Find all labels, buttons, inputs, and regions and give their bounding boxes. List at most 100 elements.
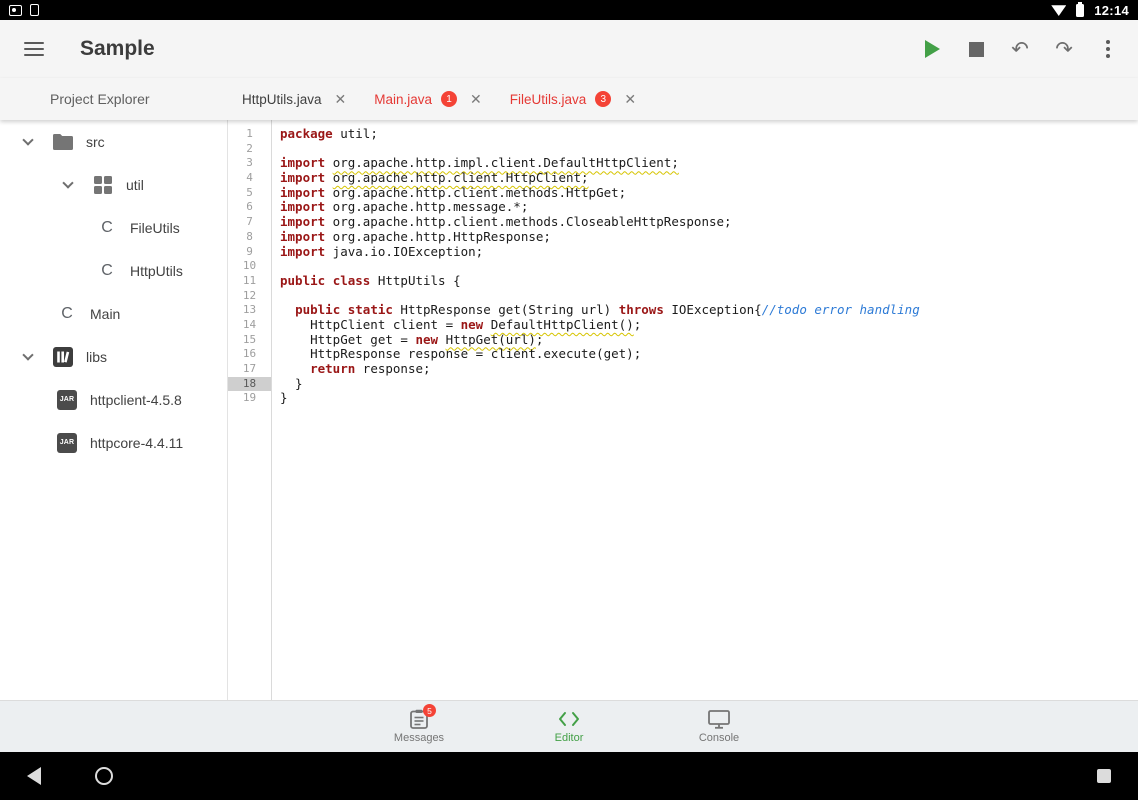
editor-icon <box>558 709 580 729</box>
nav-console[interactable]: Console <box>674 709 764 744</box>
code-line[interactable] <box>280 289 1138 304</box>
code-line[interactable]: import org.apache.http.impl.client.Defau… <box>280 156 1138 171</box>
package-icon <box>92 174 114 196</box>
code-editor[interactable]: 12345678910111213141516171819 package ut… <box>228 120 1138 700</box>
line-number: 18 <box>228 377 271 392</box>
code-line[interactable]: import org.apache.http.message.*; <box>280 200 1138 215</box>
line-number: 12 <box>228 289 271 304</box>
app-screen: 12:14 Sample ↶ ↷ Project Explorer HttpUt… <box>0 0 1138 800</box>
back-button[interactable] <box>10 752 58 800</box>
tree-item-label: util <box>126 177 144 193</box>
line-number: 9 <box>228 245 271 260</box>
tab-bar: Project Explorer HttpUtils.java✕Main.jav… <box>0 78 1138 120</box>
tab-httputils-java[interactable]: HttpUtils.java✕ <box>228 78 360 120</box>
stop-button[interactable] <box>954 27 998 71</box>
app-title: Sample <box>80 37 155 61</box>
line-number: 19 <box>228 391 271 406</box>
wifi-icon <box>1051 4 1066 16</box>
undo-button[interactable]: ↶ <box>998 27 1042 71</box>
close-tab-icon[interactable]: ✕ <box>335 91 347 108</box>
nav-label: Console <box>699 732 739 744</box>
project-explorer-header: Project Explorer <box>0 78 228 120</box>
menu-button[interactable] <box>12 27 56 71</box>
class-icon: C <box>56 303 78 325</box>
chevron-down-icon[interactable] <box>56 182 80 187</box>
nav-messages[interactable]: 5 Messages <box>374 709 464 744</box>
code-line[interactable]: import org.apache.http.client.methods.Ht… <box>280 186 1138 201</box>
line-number: 10 <box>228 259 271 274</box>
code-line[interactable]: import org.apache.http.HttpResponse; <box>280 230 1138 245</box>
project-explorer-tree: srcutilCFileUtilsCHttpUtilsCMainlibsJARh… <box>0 120 228 700</box>
close-tab-icon[interactable]: ✕ <box>470 91 482 108</box>
tree-item-libs[interactable]: libs <box>0 335 227 378</box>
recents-button[interactable] <box>1080 752 1128 800</box>
home-button[interactable] <box>80 752 128 800</box>
notification-icon-1 <box>9 5 22 16</box>
notification-icon-2 <box>30 4 39 16</box>
editor-tabs: HttpUtils.java✕Main.java1✕FileUtils.java… <box>228 78 650 120</box>
error-count-badge: 1 <box>441 91 457 107</box>
tree-item-src[interactable]: src <box>0 120 227 163</box>
code-area[interactable]: package util; import org.apache.http.imp… <box>272 120 1138 700</box>
code-line[interactable]: HttpClient client = new DefaultHttpClien… <box>280 318 1138 333</box>
status-bar: 12:14 <box>0 0 1138 20</box>
recents-icon <box>1097 769 1111 783</box>
line-number: 17 <box>228 362 271 377</box>
line-number: 13 <box>228 303 271 318</box>
code-line[interactable]: import java.io.IOException; <box>280 245 1138 260</box>
tree-item-fileutils[interactable]: CFileUtils <box>0 206 227 249</box>
tab-main-java[interactable]: Main.java 1 ✕ <box>360 78 496 120</box>
code-line[interactable]: HttpGet get = new HttpGet(url); <box>280 333 1138 348</box>
message-count-badge: 5 <box>423 704 436 717</box>
tree-item-util[interactable]: util <box>0 163 227 206</box>
code-line[interactable] <box>280 259 1138 274</box>
close-tab-icon[interactable]: ✕ <box>624 91 636 108</box>
jar-icon: JAR <box>56 389 78 411</box>
tab-fileutils-java[interactable]: FileUtils.java 3 ✕ <box>496 78 650 120</box>
tree-item-httpclient-4-5-8[interactable]: JARhttpclient-4.5.8 <box>0 378 227 421</box>
tree-item-httpcore-4-4-11[interactable]: JAR httpcore-4.4.11 <box>0 421 227 464</box>
code-line[interactable]: public static HttpResponse get(String ur… <box>280 303 1138 318</box>
chevron-down-icon[interactable] <box>16 139 40 144</box>
class-icon: C <box>96 260 118 282</box>
messages-icon: 5 <box>410 709 428 729</box>
code-line[interactable]: HttpResponse response = client.execute(g… <box>280 347 1138 362</box>
line-number: 4 <box>228 171 271 186</box>
tree-item-label: Main <box>90 306 120 322</box>
error-count-badge: 3 <box>595 91 611 107</box>
status-time: 12:14 <box>1094 3 1129 18</box>
tree-item-label: httpcore-4.4.11 <box>90 435 183 451</box>
code-line[interactable] <box>280 142 1138 157</box>
code-line[interactable]: import org.apache.http.client.methods.Cl… <box>280 215 1138 230</box>
line-number: 2 <box>228 142 271 157</box>
folder-icon <box>52 131 74 153</box>
library-icon <box>52 346 74 368</box>
stop-icon <box>969 42 984 57</box>
jar-icon: JAR <box>56 432 78 454</box>
home-icon <box>95 767 113 785</box>
redo-icon: ↷ <box>1055 39 1073 60</box>
code-line[interactable]: return response; <box>280 362 1138 377</box>
code-line[interactable]: package util; <box>280 127 1138 142</box>
nav-label: Messages <box>394 732 444 744</box>
tree-item-main[interactable]: C Main <box>0 292 227 335</box>
nav-editor[interactable]: Editor <box>524 709 614 744</box>
tree-item-label: FileUtils <box>130 220 180 236</box>
line-number: 16 <box>228 347 271 362</box>
bottom-navigation: 5 Messages Editor Console <box>0 700 1138 752</box>
android-nav-bar <box>0 752 1138 800</box>
run-button[interactable] <box>910 27 954 71</box>
overflow-menu-button[interactable] <box>1086 27 1130 71</box>
chevron-down-icon[interactable] <box>16 354 40 359</box>
tab-label: FileUtils.java <box>510 92 587 107</box>
tree-item-httputils[interactable]: CHttpUtils <box>0 249 227 292</box>
console-icon <box>708 709 730 729</box>
code-line[interactable]: } <box>280 377 1138 392</box>
redo-button[interactable]: ↷ <box>1042 27 1086 71</box>
line-number: 15 <box>228 333 271 348</box>
battery-icon <box>1076 4 1084 17</box>
code-line[interactable]: public class HttpUtils { <box>280 274 1138 289</box>
code-line[interactable]: } <box>280 391 1138 406</box>
tab-label: Main.java <box>374 92 432 107</box>
code-line[interactable]: import org.apache.http.client.HttpClient… <box>280 171 1138 186</box>
